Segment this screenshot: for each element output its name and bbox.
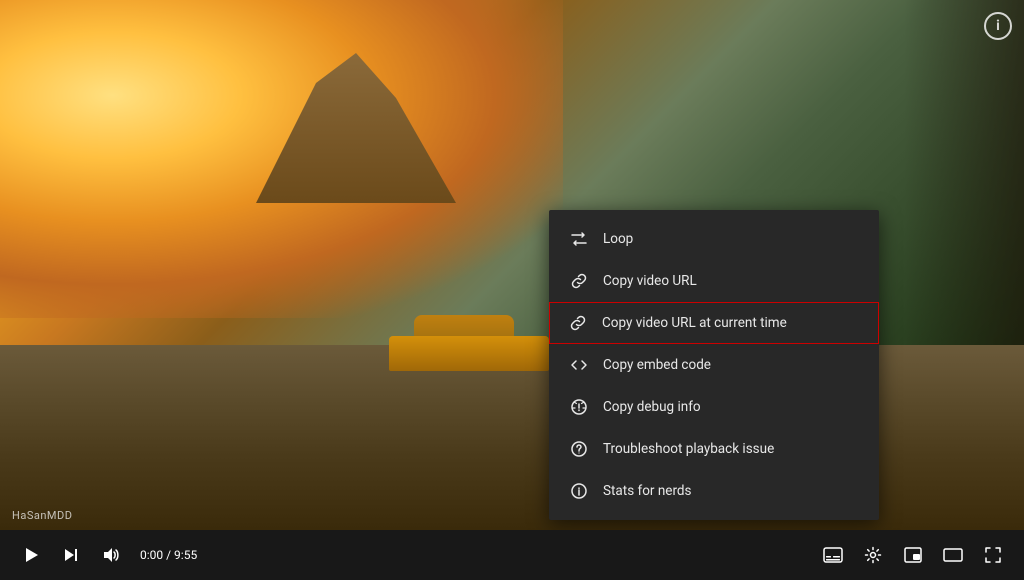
menu-label-stats: Stats for nerds [603, 483, 691, 499]
fullscreen-button[interactable] [978, 540, 1008, 570]
control-bar: 0:00 / 9:55 [0, 530, 1024, 580]
menu-label-troubleshoot: Troubleshoot playback issue [603, 441, 774, 457]
stats-icon [569, 481, 589, 501]
menu-item-copy-debug[interactable]: Copy debug info [549, 386, 879, 428]
menu-label-copy-embed: Copy embed code [603, 357, 711, 373]
link-icon-2 [568, 313, 588, 333]
menu-item-troubleshoot[interactable]: Troubleshoot playback issue [549, 428, 879, 470]
play-button[interactable] [16, 540, 46, 570]
car-body [389, 336, 549, 371]
debug-icon [569, 397, 589, 417]
time-display: 0:00 / 9:55 [140, 548, 197, 562]
car-element [389, 311, 549, 371]
menu-item-stats[interactable]: Stats for nerds [549, 470, 879, 512]
link-icon-1 [569, 271, 589, 291]
menu-item-copy-url[interactable]: Copy video URL [549, 260, 879, 302]
question-icon [569, 439, 589, 459]
embed-icon [569, 355, 589, 375]
menu-label-copy-url-time: Copy video URL at current time [602, 315, 787, 331]
info-icon-top[interactable]: i [984, 12, 1012, 40]
menu-item-copy-url-time[interactable]: Copy video URL at current time [549, 302, 879, 344]
subtitles-button[interactable] [818, 540, 848, 570]
theater-button[interactable] [938, 540, 968, 570]
menu-label-loop: Loop [603, 231, 633, 247]
loop-icon [569, 229, 589, 249]
watermark-text: HaSanMDD [12, 509, 72, 522]
context-menu: Loop Copy video URL Copy video URL at cu… [549, 210, 879, 520]
menu-item-copy-embed[interactable]: Copy embed code [549, 344, 879, 386]
video-player[interactable]: HaSanMDD i Loop Copy video URL [0, 0, 1024, 530]
miniplayer-button[interactable] [898, 540, 928, 570]
menu-label-copy-url: Copy video URL [603, 273, 697, 289]
menu-label-copy-debug: Copy debug info [603, 399, 701, 415]
volume-button[interactable] [96, 540, 126, 570]
menu-item-loop[interactable]: Loop [549, 218, 879, 260]
settings-button[interactable] [858, 540, 888, 570]
next-button[interactable] [56, 540, 86, 570]
